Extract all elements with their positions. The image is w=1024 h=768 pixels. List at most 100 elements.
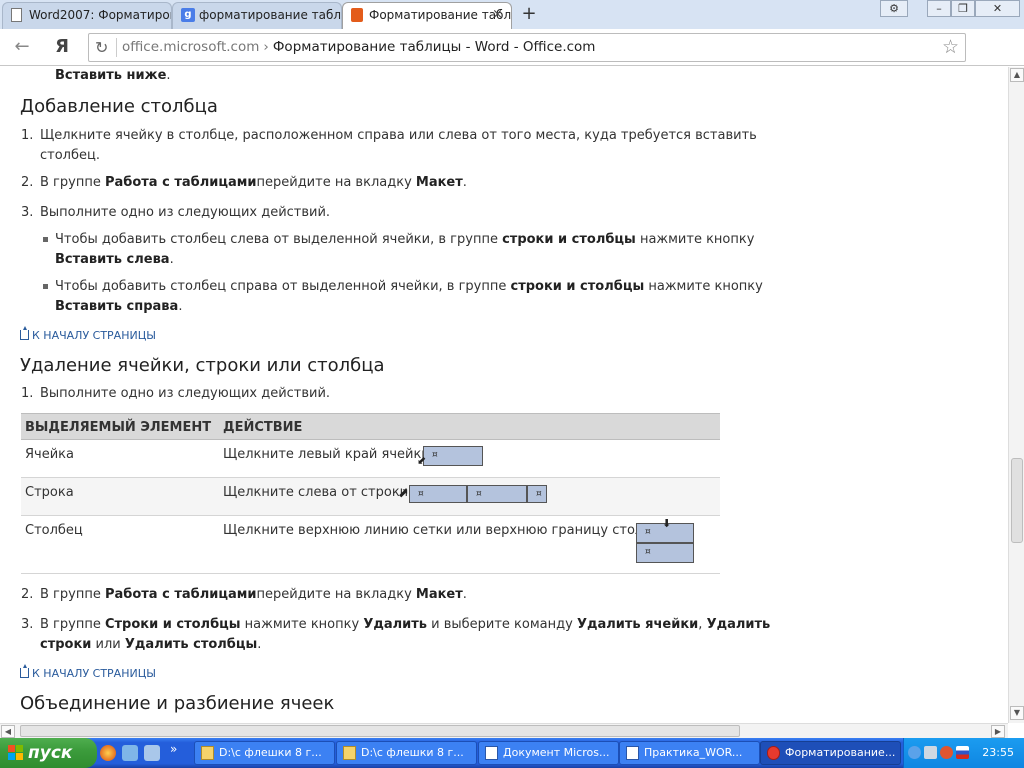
word-icon (485, 746, 498, 760)
yandex-browser-icon (767, 746, 780, 760)
antivirus-icon[interactable] (940, 746, 953, 759)
language-flag-icon[interactable] (956, 746, 969, 759)
url-separator-icon: › (263, 39, 269, 55)
up-arrow-icon (20, 326, 29, 340)
table-row: Столбец Щелкните верхнюю линию сетки или… (21, 516, 720, 574)
document-icon (11, 8, 22, 22)
tab-google-search[interactable]: g форматирование табли (172, 2, 342, 29)
minimize-icon[interactable]: – (927, 0, 951, 17)
bookmark-star-icon[interactable]: ☆ (942, 36, 959, 58)
section-title-delete: Удаление ячейки, строки или столбца (20, 355, 385, 376)
list-item-text: Щелкните ячейку в столбце, расположенном… (40, 128, 757, 143)
row-illustration-cell: ¤ (409, 485, 467, 503)
table-row: Ячейка Щелкните левый край ячейки. ¤ ⬋ (21, 440, 720, 478)
list-item-text: В группе Работа с таблицамиперейдите на … (40, 175, 467, 190)
cursor-arrow-icon: ⬈ (398, 486, 409, 501)
up-arrow-icon (20, 664, 29, 678)
list-number: 1. (21, 386, 34, 401)
address-bar[interactable]: ↻ office.microsoft.com › Форматирование та… (88, 33, 966, 62)
header-element: ВЫДЕЛЯЕМЫЙ ЭЛЕМЕНТ (25, 420, 212, 435)
list-item-text: В группе Работа с таблицамиперейдите на … (40, 587, 467, 602)
close-window-icon[interactable]: ✕ (975, 0, 1020, 17)
table-row: Строка Щелкните слева от строки. ¤ ¤ ¤ ⬈ (21, 478, 720, 516)
network-icon[interactable] (924, 746, 937, 759)
tab-label: Форматирование табли (369, 8, 512, 22)
page-content: Вставить ниже. Добавление столбца 1. Щел… (0, 67, 1008, 723)
column-illustration-cell: ¤ (636, 543, 694, 563)
cell-element: Столбец (25, 523, 83, 538)
list-number: 2. (21, 587, 34, 602)
list-item-text: В группе Строки и столбцы нажмите кнопку… (40, 617, 771, 632)
reload-icon[interactable]: ↻ (95, 38, 108, 57)
browser-toolbar: ← Я ↻ office.microsoft.com › Форматировани… (0, 29, 1024, 83)
list-number: 3. (21, 205, 34, 220)
cell-element: Строка (25, 485, 74, 500)
google-icon: g (181, 8, 195, 22)
tail-line: Вставить ниже. (55, 68, 171, 83)
list-item-text: столбец. (40, 148, 100, 163)
app-quicklaunch-icon[interactable] (144, 745, 160, 761)
scroll-down-icon[interactable]: ▼ (1010, 706, 1024, 720)
list-number: 3. (21, 617, 34, 632)
folder-icon (343, 746, 356, 760)
section-title-merge: Объединение и разбиение ячеек (20, 693, 335, 714)
taskbar-item-word[interactable]: Документ Micros... (478, 741, 619, 765)
word-icon (626, 746, 639, 760)
list-number: 2. (21, 175, 34, 190)
tab-office-active[interactable]: Форматирование табли × (342, 2, 512, 30)
clock[interactable]: 23:55 (982, 746, 1014, 759)
back-to-top-link[interactable]: К НАЧАЛУ СТРАНИЦЫ (20, 664, 156, 680)
tray-arrow-icon[interactable] (908, 746, 921, 759)
settings-gear-icon[interactable]: ⚙ (880, 0, 908, 17)
office-icon (351, 8, 363, 22)
bullet-text: Чтобы добавить столбец слева от выделенн… (55, 232, 755, 247)
windows-taskbar: пуск » D:\с флешки 8 г... D:\с флешки 8 … (0, 738, 1024, 768)
scroll-thumb[interactable] (20, 725, 740, 737)
yandex-logo-icon[interactable]: Я (50, 36, 74, 58)
folder-icon (201, 746, 214, 760)
cell-action: Щелкните верхнюю линию сетки или верхнюю… (223, 523, 673, 538)
bullet-icon (43, 284, 48, 289)
scroll-up-icon[interactable]: ▲ (1010, 68, 1024, 82)
start-button[interactable]: пуск (0, 738, 97, 768)
back-arrow-icon[interactable]: ← (10, 36, 34, 58)
tab-label: форматирование табли (199, 8, 342, 22)
show-desktop-icon[interactable] (122, 745, 138, 761)
close-tab-icon[interactable]: × (492, 3, 503, 27)
taskbar-item-folder[interactable]: D:\с флешки 8 г... (194, 741, 335, 765)
cursor-down-arrow-icon: ⬇ (662, 517, 672, 530)
new-tab-button[interactable]: + (519, 5, 539, 23)
bullet-icon (43, 237, 48, 242)
scroll-left-icon[interactable]: ◀ (1, 725, 15, 738)
scroll-right-icon[interactable]: ▶ (991, 725, 1005, 738)
list-number: 1. (21, 128, 34, 143)
cursor-arrow-icon: ⬋ (417, 454, 427, 467)
taskbar-item-browser-active[interactable]: Форматирование... (760, 741, 901, 765)
start-label: пуск (28, 743, 73, 763)
cell-illustration: ¤ (423, 446, 483, 466)
bullet-text: Вставить слева. (55, 252, 174, 267)
system-tray: 23:55 (903, 738, 1024, 768)
list-item-text: строки или Удалить столбцы. (40, 637, 262, 652)
list-item-text: Выполните одно из следующих действий. (40, 205, 331, 220)
bullet-text: Чтобы добавить столбец справа от выделен… (55, 279, 763, 294)
browser-quicklaunch-icon[interactable] (100, 745, 116, 761)
row-illustration-cell: ¤ (527, 485, 547, 503)
vertical-scrollbar[interactable]: ▲ ▼ (1008, 67, 1024, 723)
url-title: Форматирование таблицы - Word - Office.c… (272, 39, 596, 55)
taskbar-item-word[interactable]: Практика_WOR... (619, 741, 760, 765)
horizontal-scrollbar[interactable]: ◀ ▶ (0, 723, 1008, 738)
browser-titlebar: Word2007: Форматиров g форматирование та… (0, 0, 1024, 30)
separator (116, 38, 117, 57)
back-to-top-link[interactable]: К НАЧАЛУ СТРАНИЦЫ (20, 326, 156, 342)
scroll-thumb[interactable] (1011, 458, 1023, 543)
url-text[interactable]: office.microsoft.com › Форматирование табл… (122, 39, 595, 55)
tab-word2007[interactable]: Word2007: Форматиров (2, 2, 172, 29)
restore-icon[interactable]: ❐ (951, 0, 975, 17)
cell-action: Щелкните слева от строки. (223, 485, 413, 500)
taskbar-item-folder[interactable]: D:\с флешки 8 г... (336, 741, 477, 765)
url-host: office.microsoft.com (122, 39, 260, 55)
chevron-right-icon[interactable]: » (170, 742, 177, 756)
tab-label: Word2007: Форматиров (29, 8, 172, 22)
windows-logo-icon (8, 745, 23, 760)
